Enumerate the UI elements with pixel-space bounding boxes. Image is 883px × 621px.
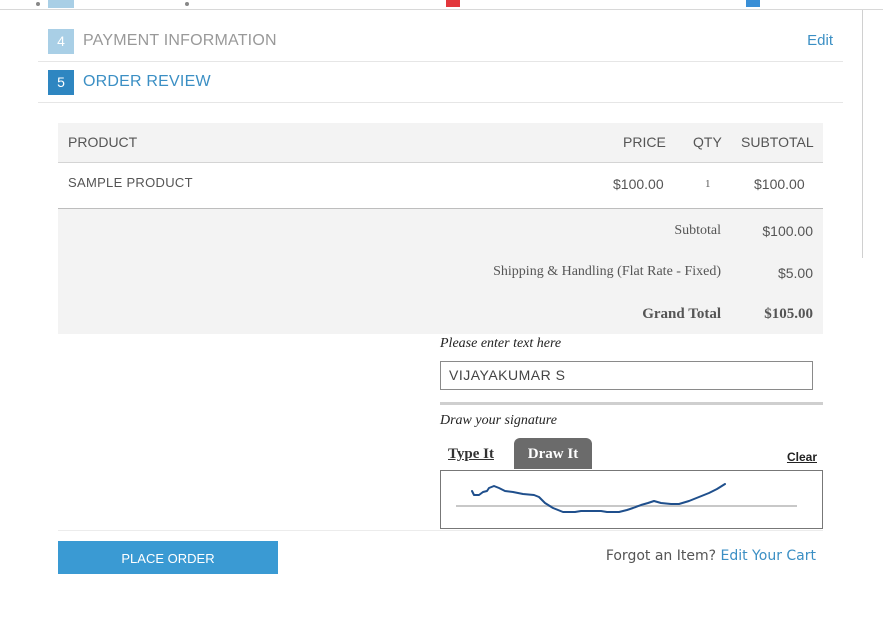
table-row: SAMPLE PRODUCT $100.00 1 $100.00 <box>58 163 823 209</box>
step-3-number-badge <box>48 0 74 8</box>
top-cropped-strip <box>0 0 883 10</box>
decor-dot <box>185 2 189 6</box>
row-price: $100.00 <box>613 176 664 192</box>
place-order-button[interactable]: PLACE ORDER <box>58 541 278 574</box>
blue-marker <box>746 0 760 7</box>
vertical-divider <box>862 10 863 258</box>
tab-draw-it[interactable]: Draw It <box>514 438 592 469</box>
signature-tabs: Type It Draw It Clear <box>440 438 823 470</box>
edit-payment-link[interactable]: Edit <box>807 32 833 49</box>
tab-type-it[interactable]: Type It <box>448 446 494 463</box>
table-header: PRODUCT PRICE QTY SUBTOTAL <box>58 123 823 163</box>
edit-cart-link[interactable]: Edit Your Cart <box>721 548 817 564</box>
step-label: ORDER REVIEW <box>83 73 211 90</box>
forgot-label: Forgot an Item? <box>605 548 717 564</box>
header-subtotal: SUBTOTAL <box>741 134 814 150</box>
row-product-name: SAMPLE PRODUCT <box>68 175 193 190</box>
header-qty: QTY <box>693 134 722 150</box>
step-number-badge: 4 <box>48 29 74 54</box>
draw-prompt: Draw your signature <box>440 413 557 428</box>
shipping-value: $5.00 <box>777 265 813 281</box>
red-marker <box>446 0 460 7</box>
step-order-review[interactable]: 5 ORDER REVIEW <box>38 62 843 103</box>
step-label: PAYMENT INFORMATION <box>83 32 277 49</box>
grand-total-label: Grand Total <box>642 306 721 322</box>
signature-stroke <box>471 483 726 513</box>
step-number-badge: 5 <box>48 70 74 95</box>
decor-dot <box>36 2 40 6</box>
footer-divider <box>58 530 823 531</box>
text-prompt: Please enter text here <box>440 336 562 351</box>
forgot-item-text: Forgot an Item? Edit Your Cart <box>606 548 816 564</box>
header-product: PRODUCT <box>68 134 138 150</box>
row-qty: 1 <box>705 178 711 190</box>
header-price: PRICE <box>623 134 666 150</box>
grand-total-value: $105.00 <box>764 306 813 322</box>
row-subtotal: $100.00 <box>754 176 805 192</box>
step-payment-information[interactable]: 4 PAYMENT INFORMATION Edit <box>38 21 843 62</box>
signature-pad[interactable] <box>440 470 823 529</box>
clear-signature-link[interactable]: Clear <box>787 450 817 464</box>
subtotal-value: $100.00 <box>762 223 813 239</box>
shipping-label: Shipping & Handling (Flat Rate - Fixed) <box>493 264 721 279</box>
subtotal-label: Subtotal <box>674 223 721 238</box>
divider <box>440 402 823 405</box>
signature-drawing <box>456 483 797 513</box>
signature-text-input[interactable]: VIJAYAKUMAR S <box>440 361 813 390</box>
order-totals: Subtotal $100.00 Shipping & Handling (Fl… <box>58 209 823 334</box>
order-review-table: PRODUCT PRICE QTY SUBTOTAL SAMPLE PRODUC… <box>58 123 823 334</box>
